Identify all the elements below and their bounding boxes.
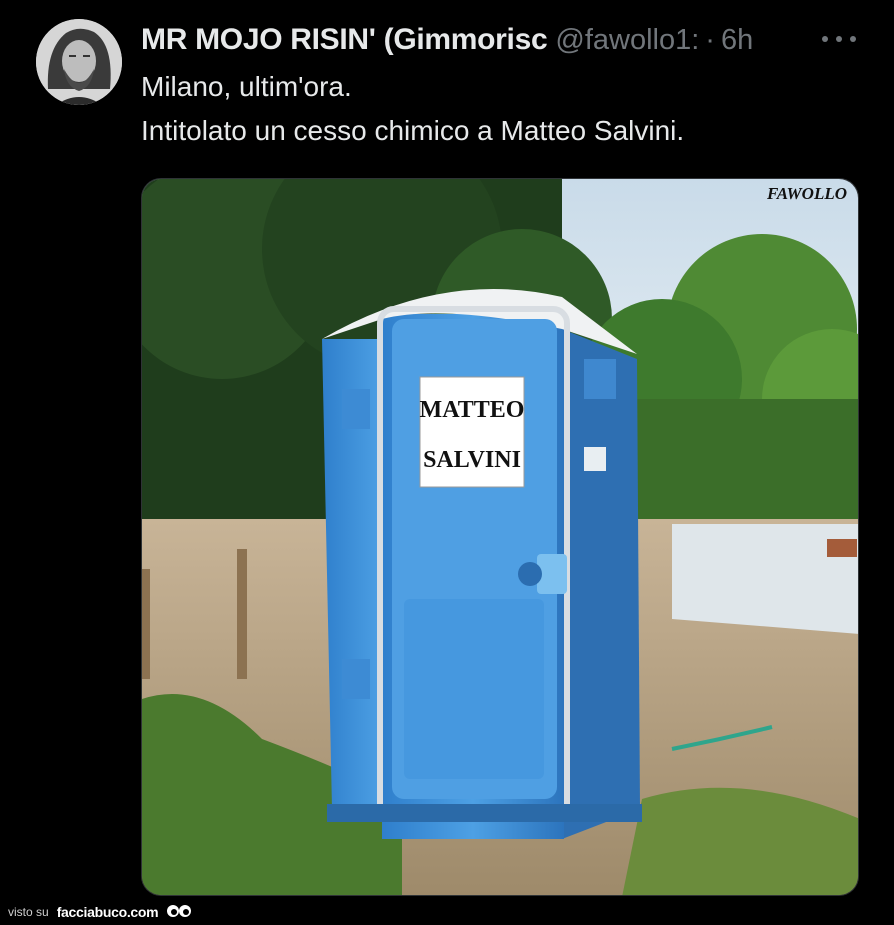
- photo-porta-potty: MATTEO SALVINI FAWOLLO: [142, 179, 858, 895]
- avatar[interactable]: [36, 19, 122, 105]
- site-footer: visto su facciabuco.com: [8, 901, 192, 923]
- sign-text-line2: SALVINI: [423, 447, 521, 473]
- visto-su-label: visto su: [8, 905, 49, 919]
- facciabuco-logo[interactable]: facciabuco.com: [57, 904, 159, 920]
- sign-text-line1: MATTEO: [420, 397, 525, 423]
- separator-dot: ·: [705, 23, 715, 56]
- tweet-text-line1: Milano, ultim'ora.: [141, 71, 352, 102]
- watermark-text: FAWOLLO: [766, 184, 847, 203]
- author-handle[interactable]: @fawollo1:: [555, 24, 699, 57]
- tweet-time[interactable]: 6h: [721, 24, 753, 57]
- eyes-icon: [167, 905, 192, 917]
- tweet-media-image[interactable]: MATTEO SALVINI FAWOLLO: [141, 178, 859, 896]
- more-options-icon[interactable]: [822, 26, 856, 52]
- tweet-header: MR MOJO RISIN' (Gimmorisc @fawollo1: · 6…: [141, 22, 861, 58]
- tweet-text-line2: Intitolato un cesso chimico a Matteo Sal…: [141, 115, 685, 146]
- author-name[interactable]: MR MOJO RISIN' (Gimmorisc: [141, 23, 547, 57]
